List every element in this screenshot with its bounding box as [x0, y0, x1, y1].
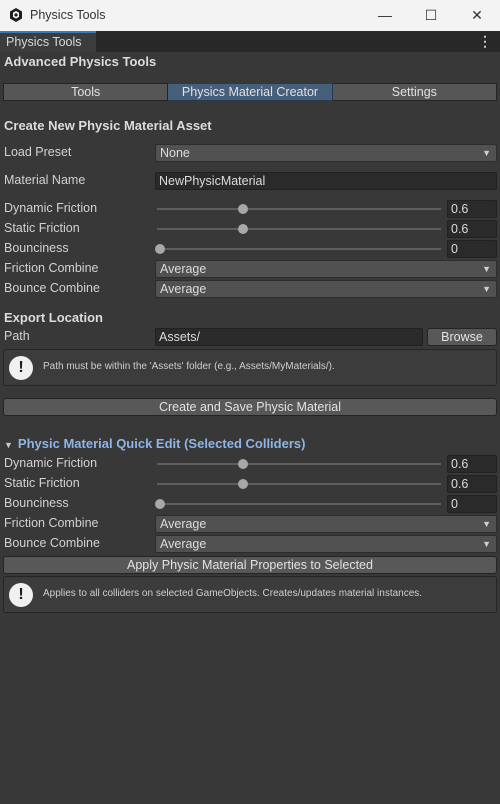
dynamic-friction-label: Dynamic Friction: [4, 201, 98, 215]
static-friction-value[interactable]: 0.6: [447, 220, 497, 238]
quick-edit-foldout[interactable]: ▼ Physic Material Quick Edit (Selected Co…: [4, 436, 305, 451]
path-label: Path: [4, 329, 30, 343]
qe-dynamic-friction-row: Dynamic Friction 0.6: [0, 455, 500, 473]
more-options-icon[interactable]: ⋮: [478, 33, 492, 50]
qe-bounce-combine-value: Average: [160, 537, 207, 551]
browse-button[interactable]: Browse: [427, 328, 497, 346]
tab-physics-material-creator[interactable]: Physics Material Creator: [168, 83, 333, 101]
tab-tools[interactable]: Tools: [3, 83, 169, 101]
qe-static-friction-slider-thumb[interactable]: [238, 479, 248, 489]
friction-combine-row: Friction Combine Average ▼: [0, 260, 500, 278]
chevron-down-icon: ▼: [482, 519, 491, 529]
qe-bounce-combine-dropdown[interactable]: Average ▼: [155, 535, 497, 553]
material-name-field[interactable]: NewPhysicMaterial: [155, 172, 497, 190]
mode-toolbar: Tools Physics Material Creator Settings: [3, 83, 497, 101]
static-friction-row: Static Friction 0.6: [0, 220, 500, 238]
bounciness-slider[interactable]: [157, 248, 441, 250]
static-friction-slider-thumb[interactable]: [238, 224, 248, 234]
bounciness-row: Bounciness 0: [0, 240, 500, 258]
path-help-box: ! Path must be within the 'Assets' folde…: [3, 349, 497, 386]
apply-help-box: ! Applies to all colliders on selected G…: [3, 576, 497, 613]
qe-bounciness-slider-thumb[interactable]: [155, 499, 165, 509]
info-icon: !: [9, 583, 33, 607]
window-titlebar: Physics Tools — ☐ ✕: [0, 0, 500, 32]
load-preset-value: None: [160, 146, 190, 160]
create-save-button[interactable]: Create and Save Physic Material: [3, 398, 497, 416]
unity-logo-icon: [10, 8, 22, 22]
dynamic-friction-row: Dynamic Friction 0.6: [0, 200, 500, 218]
qe-bounciness-row: Bounciness 0: [0, 495, 500, 513]
qe-static-friction-slider[interactable]: [157, 483, 441, 485]
static-friction-label: Static Friction: [4, 221, 80, 235]
load-preset-row: Load Preset None ▼: [0, 144, 500, 162]
bounciness-value[interactable]: 0: [447, 240, 497, 258]
qe-bounciness-value[interactable]: 0: [447, 495, 497, 513]
path-row: Path Assets/ Browse: [0, 328, 500, 346]
close-icon[interactable]: ✕: [454, 0, 500, 31]
export-section-title: Export Location: [4, 310, 103, 325]
path-help-text: Path must be within the 'Assets' folder …: [43, 361, 335, 372]
window-title: Physics Tools: [30, 8, 106, 22]
qe-friction-combine-label: Friction Combine: [4, 516, 99, 530]
friction-combine-dropdown[interactable]: Average ▼: [155, 260, 497, 278]
friction-combine-label: Friction Combine: [4, 261, 99, 275]
dynamic-friction-slider-thumb[interactable]: [238, 204, 248, 214]
qe-bounce-combine-row: Bounce Combine Average ▼: [0, 535, 500, 553]
material-name-row: Material Name NewPhysicMaterial: [0, 172, 500, 190]
bounce-combine-dropdown[interactable]: Average ▼: [155, 280, 497, 298]
qe-dynamic-friction-slider[interactable]: [157, 463, 441, 465]
bounce-combine-label: Bounce Combine: [4, 281, 100, 295]
apply-selected-button[interactable]: Apply Physic Material Properties to Sele…: [3, 556, 497, 574]
qe-dynamic-friction-slider-thumb[interactable]: [238, 459, 248, 469]
qe-friction-combine-value: Average: [160, 517, 207, 531]
qe-dynamic-friction-value[interactable]: 0.6: [447, 455, 497, 473]
qe-friction-combine-dropdown[interactable]: Average ▼: [155, 515, 497, 533]
qe-static-friction-label: Static Friction: [4, 476, 80, 490]
maximize-icon[interactable]: ☐: [408, 0, 454, 31]
chevron-down-icon: ▼: [482, 539, 491, 549]
static-friction-slider[interactable]: [157, 228, 441, 230]
qe-bounce-combine-label: Bounce Combine: [4, 536, 100, 550]
bounciness-label: Bounciness: [4, 241, 69, 255]
editor-tab-strip: Physics Tools ⋮: [0, 31, 500, 52]
bounciness-slider-thumb[interactable]: [155, 244, 165, 254]
quick-edit-title: Physic Material Quick Edit (Selected Col…: [17, 436, 306, 451]
qe-friction-combine-row: Friction Combine Average ▼: [0, 515, 500, 533]
qe-static-friction-row: Static Friction 0.6: [0, 475, 500, 493]
chevron-down-icon: ▼: [482, 264, 491, 274]
friction-combine-value: Average: [160, 262, 207, 276]
dynamic-friction-value[interactable]: 0.6: [447, 200, 497, 218]
bounce-combine-row: Bounce Combine Average ▼: [0, 280, 500, 298]
minimize-icon[interactable]: —: [362, 0, 408, 31]
path-field[interactable]: Assets/: [155, 328, 423, 346]
info-icon: !: [9, 356, 33, 380]
bounce-combine-value: Average: [160, 282, 207, 296]
page-title: Advanced Physics Tools: [4, 54, 157, 69]
load-preset-label: Load Preset: [4, 145, 72, 159]
chevron-down-icon: ▼: [482, 284, 491, 294]
dynamic-friction-slider[interactable]: [157, 208, 441, 210]
chevron-down-icon: ▼: [482, 148, 491, 158]
qe-static-friction-value[interactable]: 0.6: [447, 475, 497, 493]
qe-bounciness-label: Bounciness: [4, 496, 69, 510]
caret-down-icon: ▼: [4, 440, 13, 450]
editor-tab-physics-tools[interactable]: Physics Tools: [0, 31, 96, 52]
qe-dynamic-friction-label: Dynamic Friction: [4, 456, 98, 470]
tab-settings[interactable]: Settings: [332, 83, 497, 101]
load-preset-dropdown[interactable]: None ▼: [155, 144, 497, 162]
material-name-label: Material Name: [4, 173, 86, 187]
apply-help-text: Applies to all colliders on selected Gam…: [43, 588, 423, 599]
create-section-title: Create New Physic Material Asset: [4, 118, 212, 133]
qe-bounciness-slider[interactable]: [157, 503, 441, 505]
